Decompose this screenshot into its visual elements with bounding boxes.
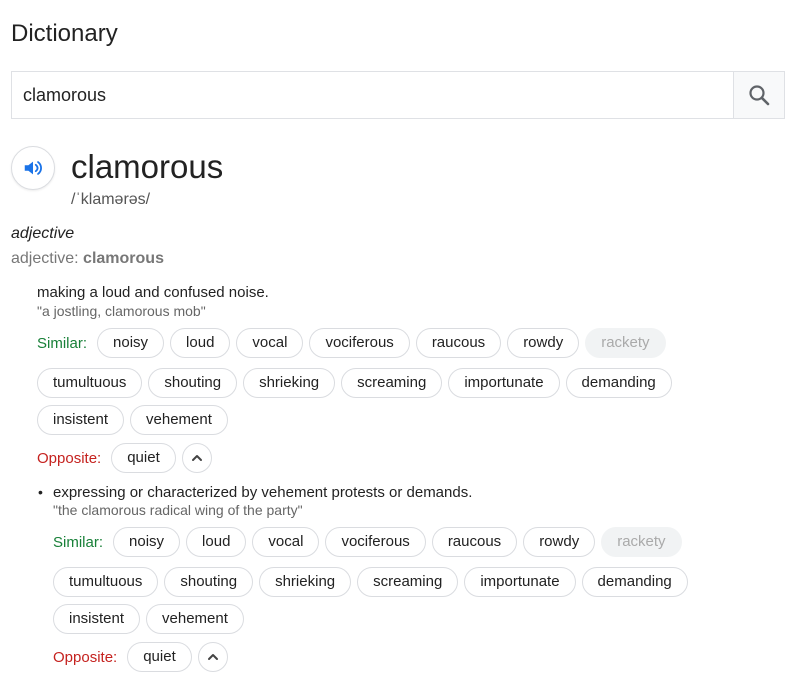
synonym-chip[interactable]: demanding bbox=[581, 567, 688, 597]
synonym-chip[interactable]: shouting bbox=[148, 368, 238, 398]
pronounce-button[interactable] bbox=[11, 146, 55, 190]
similar-row: tumultuous shouting shrieking screaming … bbox=[53, 567, 694, 597]
synonym-chip[interactable]: vehement bbox=[130, 405, 228, 435]
synonym-chip[interactable]: noisy bbox=[113, 527, 181, 557]
synonym-chip[interactable]: rowdy bbox=[523, 527, 596, 557]
synonym-chip[interactable]: shouting bbox=[164, 567, 254, 597]
pos-word: clamorous bbox=[83, 250, 164, 267]
opposite-row: Opposite: quiet bbox=[37, 443, 212, 473]
similar-label: Similar: bbox=[37, 334, 88, 352]
pos-line: adjective: clamorous bbox=[11, 250, 164, 268]
definition: making a loud and confused noise. bbox=[37, 284, 269, 301]
part-of-speech: adjective bbox=[11, 225, 75, 242]
synonym-chip[interactable]: insistent bbox=[37, 405, 125, 435]
synonym-chip[interactable]: importunate bbox=[464, 567, 576, 597]
synonym-chip[interactable]: vociferous bbox=[325, 527, 426, 557]
search-icon bbox=[749, 85, 770, 106]
synonym-chip[interactable]: noisy bbox=[97, 328, 165, 358]
synonym-chip[interactable]: tumultuous bbox=[53, 567, 159, 597]
antonym-chip[interactable]: quiet bbox=[127, 642, 192, 672]
headword: clamorous bbox=[71, 148, 224, 185]
synonym-chip[interactable]: vehement bbox=[146, 604, 244, 634]
similar-row: Similar: noisy loud vocal vociferous rau… bbox=[37, 328, 672, 358]
antonym-chip[interactable]: quiet bbox=[111, 443, 176, 473]
phonetic: /ˈklamərəs/ bbox=[71, 191, 151, 208]
synonym-chip[interactable]: insistent bbox=[53, 604, 141, 634]
similar-row: tumultuous shouting shrieking screaming … bbox=[37, 368, 678, 398]
synonym-chip[interactable]: demanding bbox=[565, 368, 672, 398]
bullet: • bbox=[38, 484, 43, 500]
synonym-chip[interactable]: tumultuous bbox=[37, 368, 143, 398]
synonym-chip[interactable]: vocal bbox=[252, 527, 320, 557]
collapse-button[interactable] bbox=[181, 443, 212, 473]
synonym-chip[interactable]: loud bbox=[170, 328, 231, 358]
synonym-chip[interactable]: shrieking bbox=[243, 368, 336, 398]
opposite-label: Opposite: bbox=[37, 449, 102, 467]
pos-label: adjective: bbox=[11, 250, 84, 267]
similar-label: Similar: bbox=[53, 533, 104, 551]
chevron-up-icon bbox=[207, 654, 218, 660]
synonym-chip[interactable]: screaming bbox=[341, 368, 443, 398]
synonym-chip[interactable]: rackety bbox=[585, 328, 666, 358]
synonym-chip[interactable]: screaming bbox=[357, 567, 459, 597]
synonym-chip[interactable]: vociferous bbox=[309, 328, 410, 358]
synonym-chip[interactable]: raucous bbox=[415, 328, 502, 358]
definition: expressing or characterized by vehement … bbox=[53, 484, 473, 501]
synonym-chip[interactable]: loud bbox=[186, 527, 247, 557]
example: "a jostling, clamorous mob" bbox=[37, 303, 206, 319]
synonym-chip[interactable]: rackety bbox=[601, 527, 682, 557]
similar-row: insistent vehement bbox=[37, 405, 234, 435]
collapse-button[interactable] bbox=[197, 642, 228, 672]
synonym-chip[interactable]: vocal bbox=[236, 328, 304, 358]
synonym-chip[interactable]: raucous bbox=[431, 527, 518, 557]
search-button[interactable] bbox=[733, 72, 784, 118]
similar-row: Similar: noisy loud vocal vociferous rau… bbox=[53, 527, 688, 557]
synonym-chip[interactable]: rowdy bbox=[507, 328, 580, 358]
similar-row: insistent vehement bbox=[53, 604, 250, 634]
search-input[interactable] bbox=[12, 72, 733, 118]
synonym-chip[interactable]: shrieking bbox=[259, 567, 352, 597]
opposite-label: Opposite: bbox=[53, 648, 118, 666]
search-bar bbox=[11, 71, 785, 119]
synonym-chip[interactable]: importunate bbox=[448, 368, 560, 398]
example: "the clamorous radical wing of the party… bbox=[53, 502, 303, 518]
opposite-row: Opposite: quiet bbox=[53, 642, 228, 672]
chevron-up-icon bbox=[191, 455, 202, 461]
page-title: Dictionary bbox=[11, 20, 118, 47]
speaker-icon bbox=[24, 161, 42, 175]
